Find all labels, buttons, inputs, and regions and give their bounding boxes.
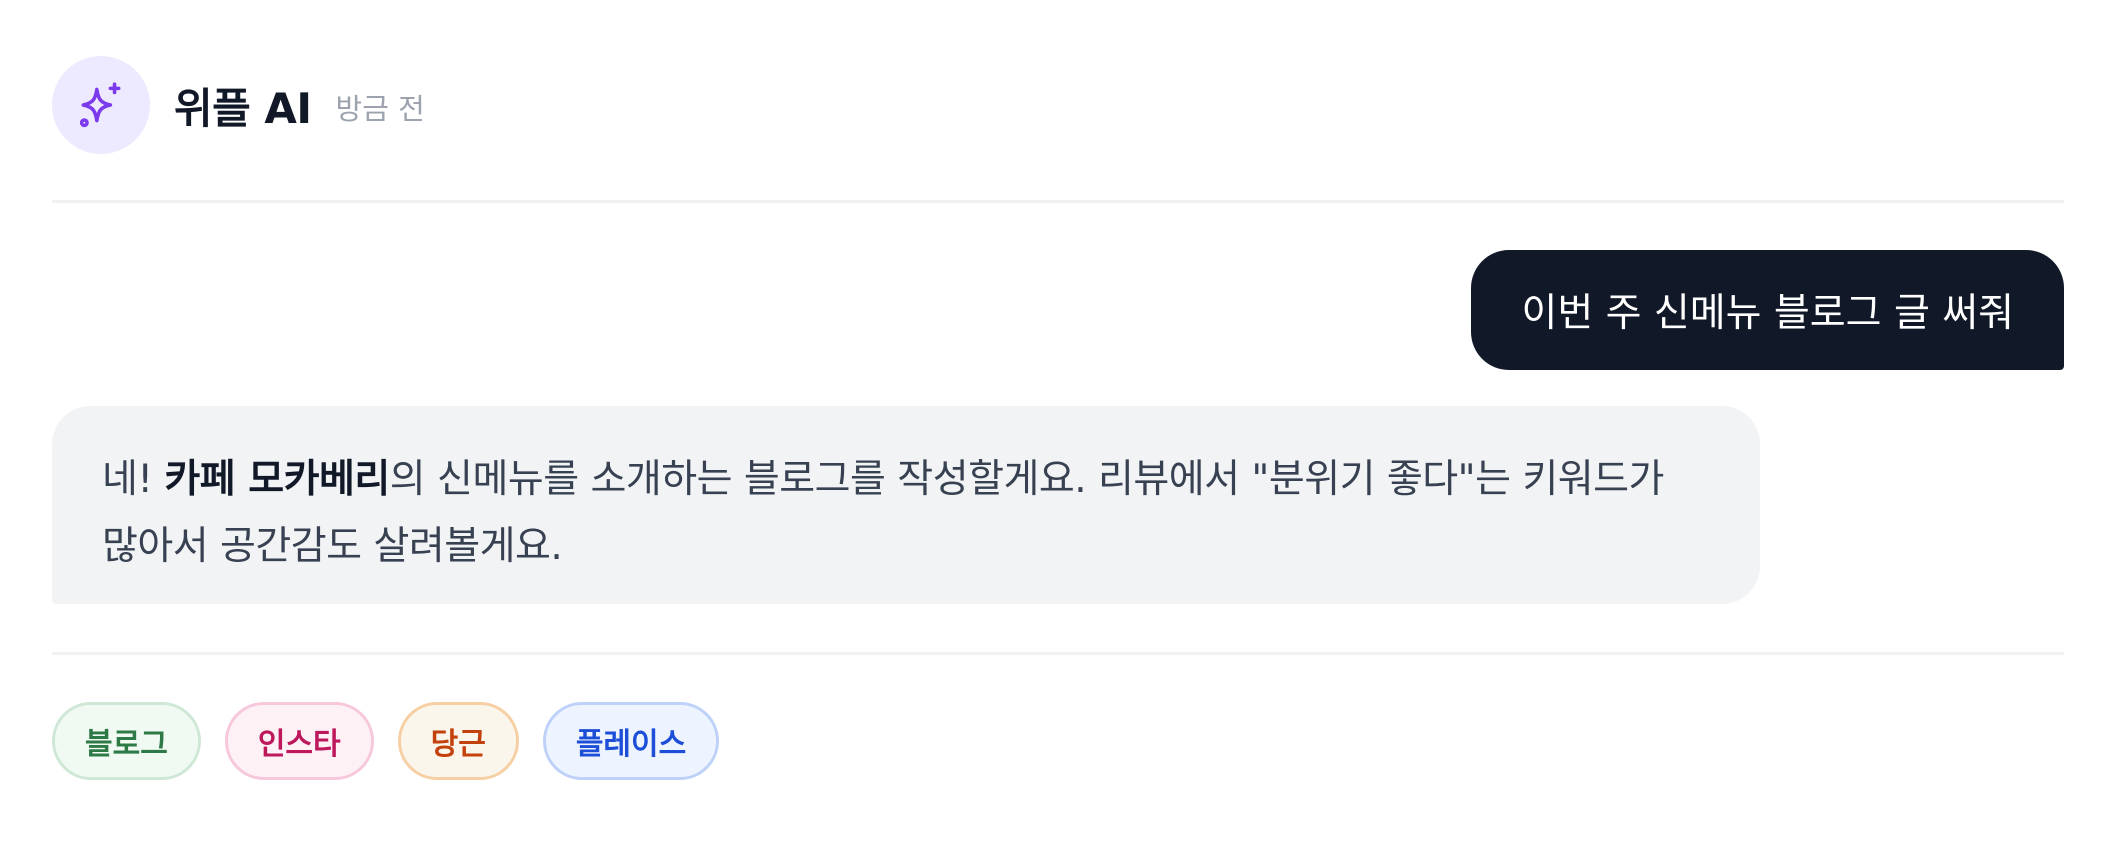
message-header: 위플 AI 방금 전 [52, 56, 425, 154]
chip-instagram[interactable]: 인스타 [224, 702, 374, 780]
message-timestamp: 방금 전 [335, 92, 425, 126]
chips-divider [52, 652, 2064, 655]
chip-danggeun[interactable]: 당근 [397, 702, 519, 780]
chat-panel: 위플 AI 방금 전 이번 주 신메뉴 블로그 글 써줘 네! 카페 모카베리의… [0, 0, 2116, 844]
header-divider [52, 200, 2064, 203]
chip-blog[interactable]: 블로그 [52, 702, 201, 780]
ai-avatar [52, 56, 150, 154]
ai-message-text: 의 신메뉴를 소개하는 블로그를 작성할게요. 리뷰에서 "분위기 좋다"는 키… [389, 457, 1665, 502]
sender-name: 위플 AI [174, 83, 312, 133]
ai-message-line-1: 네! 카페 모카베리의 신메뉴를 소개하는 블로그를 작성할게요. 리뷰에서 "… [102, 446, 1710, 513]
ai-message-bubble: 네! 카페 모카베리의 신메뉴를 소개하는 블로그를 작성할게요. 리뷰에서 "… [52, 406, 1760, 604]
chip-place[interactable]: 플레이스 [542, 702, 720, 780]
cafe-name: 카페 모카베리 [164, 457, 390, 502]
user-message-text: 이번 주 신메뉴 블로그 글 써줘 [1521, 291, 2014, 336]
ai-message-line-2: 많아서 공간감도 살려볼게요. [102, 524, 563, 569]
sparkles-icon [79, 82, 121, 128]
ai-greeting: 네! [102, 457, 165, 502]
channel-chip-group: 블로그 인스타 당근 플레이스 [52, 702, 720, 780]
user-message-bubble: 이번 주 신메뉴 블로그 글 써줘 [1471, 250, 2064, 370]
